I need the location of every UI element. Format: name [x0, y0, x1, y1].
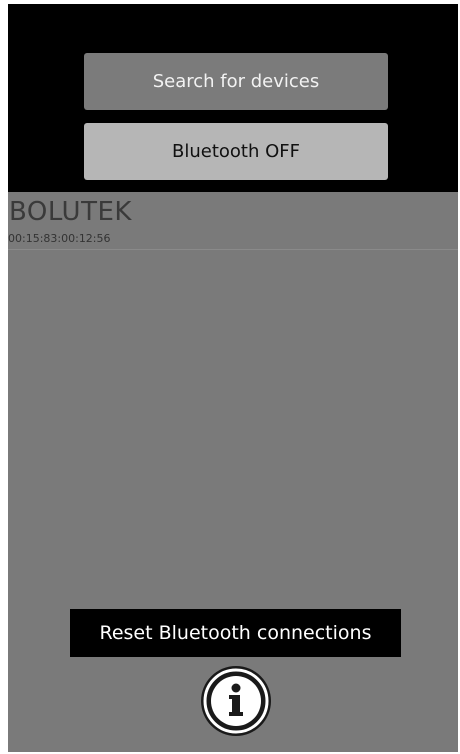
device-name: BOLUTEK	[9, 197, 132, 227]
app-screen: Search for devices Bluetooth OFF BOLUTEK…	[8, 4, 458, 752]
bluetooth-toggle-label: Bluetooth OFF	[172, 141, 300, 162]
reset-bluetooth-label: Reset Bluetooth connections	[99, 622, 372, 644]
search-devices-button[interactable]: Search for devices	[84, 53, 388, 110]
top-controls: Search for devices Bluetooth OFF	[8, 4, 458, 192]
info-button[interactable]	[201, 666, 271, 736]
bluetooth-toggle-button[interactable]: Bluetooth OFF	[84, 123, 388, 180]
reset-bluetooth-button[interactable]: Reset Bluetooth connections	[70, 609, 401, 657]
device-address: 00:15:83:00:12:56	[8, 232, 111, 245]
search-devices-label: Search for devices	[152, 71, 320, 92]
info-icon	[203, 668, 269, 734]
device-list-item[interactable]: BOLUTEK 00:15:83:00:12:56	[8, 192, 458, 250]
